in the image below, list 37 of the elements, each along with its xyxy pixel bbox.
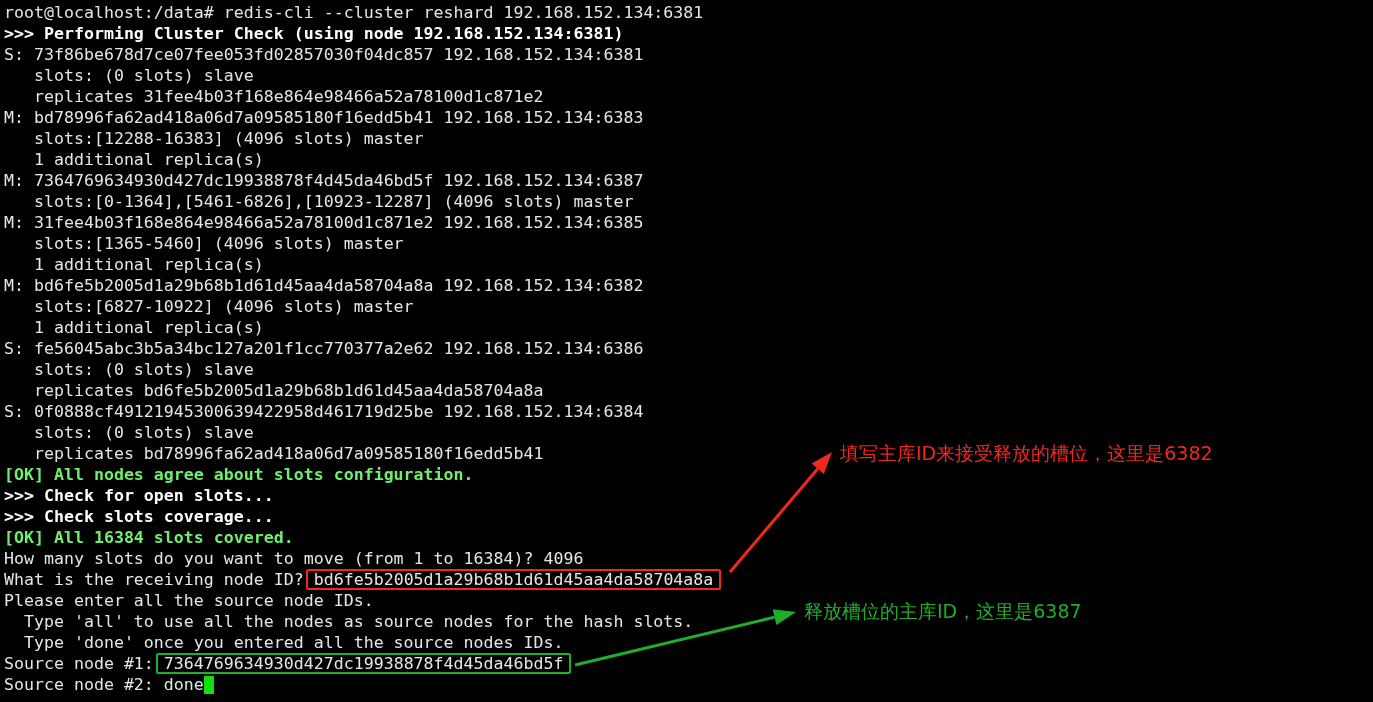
terminal-line: S: 73f86be678d7ce07fee053fd02857030f04dc857 192.168.152.134:6381 [4,44,644,65]
terminal-line: >>> Check slots coverage... [4,506,274,527]
terminal-line: 1 additional replica(s) [32,317,264,338]
terminal-line: root@localhost:/data# redis-cli --cluster reshard 192.168.152.134:6381 [4,2,704,23]
terminal-line: slots:[0-1364],[5461-6826],[10923-12287] (4096 slots) master [32,191,634,212]
highlighted-node-id: 7364769634930d427dc19938878f4d45da46bd5f [155,653,572,674]
terminal-line: slots: (0 slots) slave [32,65,254,86]
terminal-line: replicates bd6fe5b2005d1a29b68b1d61d45aa4da58704a8a [32,380,544,401]
terminal-line: How many slots do you want to move (from 1 to 16384)? 4096 [4,548,584,569]
terminal-line: Please enter all the source node IDs. [4,590,374,611]
terminal-line: M: 7364769634930d427dc19938878f4d45da46bd5f 192.168.152.134:6387 [4,170,644,191]
terminal-prompt: Source node #1: [4,653,154,674]
status-line: [OK] All nodes agree about slots configuration. [4,464,474,485]
terminal-prompt: What is the receiving node ID? [4,569,304,590]
highlighted-node-id: bd6fe5b2005d1a29b68b1d61d45aa4da58704a8a [305,569,722,590]
annotation-text: 释放槽位的主库ID，这里是6387 [804,599,1082,624]
terminal-line: S: 0f0888cf49121945300639422958d461719d25be 192.168.152.134:6384 [4,401,644,422]
terminal-line: slots: (0 slots) slave [32,422,254,443]
terminal-line: slots:[1365-5460] (4096 slots) master [32,233,404,254]
terminal-line: replicates 31fee4b03f168e864e98466a52a78100d1c871e2 [32,86,544,107]
terminal-line: Type 'done' once you entered all the source nodes IDs. [22,632,564,653]
terminal-line: 1 additional replica(s) [32,149,264,170]
terminal-line: 1 additional replica(s) [32,254,264,275]
terminal-line: slots:[12288-16383] (4096 slots) master [32,128,424,149]
terminal-line: slots: (0 slots) slave [32,359,254,380]
status-line: [OK] All 16384 slots covered. [4,527,294,548]
terminal-line: replicates bd78996fa62ad418a06d7a09585180f16edd5b41 [32,443,544,464]
terminal-line: >>> Performing Cluster Check (using node 192.168.152.134:6381) [4,23,624,44]
terminal-line: S: fe56045abc3b5a34bc127a201f1cc770377a2e62 192.168.152.134:6386 [4,338,644,359]
terminal-line: >>> Check for open slots... [4,485,274,506]
terminal-line: M: bd6fe5b2005d1a29b68b1d61d45aa4da58704a8a 192.168.152.134:6382 [4,275,644,296]
annotation-text: 填写主库ID来接受释放的槽位，这里是6382 [840,441,1213,466]
terminal-line: Type 'all' to use all the nodes as source nodes for the hash slots. [22,611,694,632]
terminal-line: Source node #2: done [4,674,204,695]
terminal-line: M: 31fee4b03f168e864e98466a52a78100d1c871e2 192.168.152.134:6385 [4,212,644,233]
terminal-line: slots:[6827-10922] (4096 slots) master [32,296,414,317]
terminal-line: M: bd78996fa62ad418a06d7a09585180f16edd5b41 192.168.152.134:6383 [4,107,644,128]
